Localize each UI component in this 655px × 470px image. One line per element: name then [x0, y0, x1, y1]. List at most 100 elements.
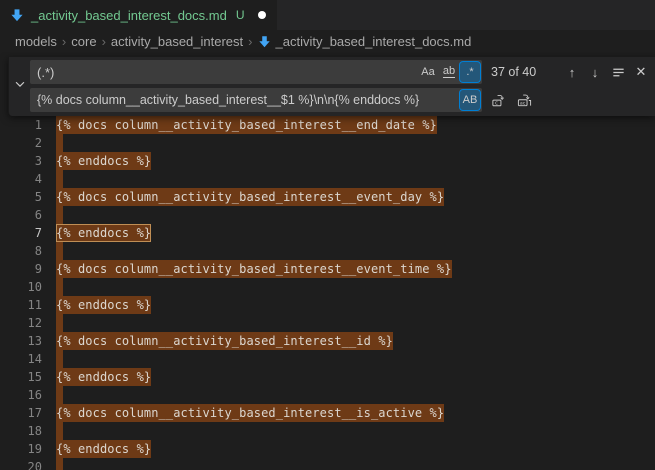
code-line: 20 [0, 458, 655, 470]
line-content[interactable]: {% enddocs %} [56, 368, 151, 386]
line-content[interactable] [56, 134, 63, 152]
current-find-match: {% enddocs %} [56, 224, 151, 242]
find-match-highlight: {% enddocs %} [56, 440, 151, 458]
line-content[interactable] [56, 170, 63, 188]
line-content[interactable] [56, 350, 63, 368]
line-content[interactable]: {% enddocs %} [56, 224, 151, 242]
find-match-highlight: {% enddocs %} [56, 368, 151, 386]
breadcrumb-item[interactable]: core [71, 34, 96, 49]
code-line: 9 {% docs column__activity_based_interest… [0, 260, 655, 278]
line-number: 15 [0, 368, 42, 386]
svg-text:ac: ac [519, 101, 525, 106]
markdown-file-icon [10, 8, 24, 22]
code-line: 15 {% enddocs %} [0, 368, 655, 386]
line-content[interactable] [56, 242, 63, 260]
find-match-highlight [56, 206, 63, 224]
unsaved-changes-dot-icon[interactable] [258, 11, 266, 19]
line-number: 12 [0, 314, 42, 332]
line-content[interactable] [56, 278, 63, 296]
line-number: 16 [0, 386, 42, 404]
code-line: 3 {% enddocs %} [0, 152, 655, 170]
replace-input[interactable]: {% docs column__activity_based_interest_… [30, 88, 482, 112]
tab-bar: _activity_based_interest_docs.md U [0, 0, 655, 30]
replace-button[interactable]: c [488, 90, 508, 110]
find-match-highlight [56, 134, 63, 152]
code-line: 17 {% docs column__activity_based_interes… [0, 404, 655, 422]
code-line: 2 [0, 134, 655, 152]
find-match-highlight [56, 242, 63, 260]
line-content[interactable]: {% docs column__activity_based_interest_… [56, 332, 393, 350]
line-content[interactable] [56, 458, 63, 470]
preserve-case-toggle[interactable]: AB [460, 90, 480, 110]
code-line: 1 {% docs column__activity_based_interest… [0, 116, 655, 134]
find-match-highlight: {% docs column__activity_based_interest_… [56, 260, 452, 278]
code-line: 13{% docs column__activity_based_interes… [0, 332, 655, 350]
previous-match-button[interactable]: ↑ [562, 62, 582, 82]
replace-all-button[interactable]: ac [514, 90, 534, 110]
find-in-selection-button[interactable] [608, 62, 628, 82]
line-content[interactable]: {% enddocs %} [56, 440, 151, 458]
replace-row: {% docs column__activity_based_interest_… [30, 88, 651, 112]
code-line: 7 {% enddocs %} [0, 224, 655, 242]
code-line: 4 [0, 170, 655, 188]
line-number: 7 [0, 224, 42, 242]
whole-word-toggle[interactable]: ab [439, 62, 459, 82]
line-content[interactable]: {% enddocs %} [56, 152, 151, 170]
line-content[interactable]: {% docs column__activity_based_interest_… [56, 188, 444, 206]
chevron-down-icon [13, 77, 27, 96]
breadcrumb-item[interactable]: models [15, 34, 57, 49]
code-line: 11{% enddocs %} [0, 296, 655, 314]
find-row: (.*) Aa ab .* 37 of 40 ↑ ↓ ✕ [30, 60, 651, 84]
find-input-value[interactable]: (.*) [37, 65, 417, 80]
line-number: 8 [0, 242, 42, 260]
find-match-highlight [56, 350, 63, 368]
match-case-toggle[interactable]: Aa [418, 62, 438, 82]
find-replace-widget: (.*) Aa ab .* 37 of 40 ↑ ↓ ✕ { [8, 57, 655, 116]
line-content[interactable]: {% docs column__activity_based_interest_… [56, 404, 444, 422]
code-line: 18 [0, 422, 655, 440]
match-count: 37 of 40 [491, 65, 536, 79]
next-match-button[interactable]: ↓ [585, 62, 605, 82]
line-content[interactable]: {% docs column__activity_based_interest_… [56, 260, 452, 278]
code-line: 8 [0, 242, 655, 260]
find-match-highlight: {% enddocs %} [56, 152, 151, 170]
find-match-highlight: {% docs column__activity_based_interest_… [56, 188, 444, 206]
line-content[interactable]: {% enddocs %} [56, 296, 151, 314]
find-input[interactable]: (.*) Aa ab .* [30, 60, 482, 84]
breadcrumb-file[interactable]: _activity_based_interest_docs.md [258, 34, 472, 49]
code-line: 5 {% docs column__activity_based_interest… [0, 188, 655, 206]
find-match-highlight [56, 458, 63, 470]
replace-input-value[interactable]: {% docs column__activity_based_interest_… [37, 93, 459, 107]
line-content[interactable] [56, 386, 63, 404]
line-number: 5 [0, 188, 42, 206]
breadcrumb: models›core›activity_based_interest› _ac… [0, 30, 655, 52]
tab-active-file[interactable]: _activity_based_interest_docs.md U [0, 0, 277, 30]
regex-toggle[interactable]: .* [460, 62, 480, 82]
line-number: 19 [0, 440, 42, 458]
line-number: 3 [0, 152, 42, 170]
line-number: 18 [0, 422, 42, 440]
line-number: 14 [0, 350, 42, 368]
line-content[interactable] [56, 422, 63, 440]
code-line: 14 [0, 350, 655, 368]
svg-text:c: c [494, 100, 497, 106]
git-untracked-badge: U [236, 8, 245, 22]
breadcrumb-item[interactable]: activity_based_interest [111, 34, 243, 49]
line-content[interactable] [56, 314, 63, 332]
line-number: 9 [0, 260, 42, 278]
line-content[interactable] [56, 206, 63, 224]
editor[interactable]: (.*) Aa ab .* 37 of 40 ↑ ↓ ✕ { [0, 52, 655, 470]
line-number: 17 [0, 404, 42, 422]
breadcrumb-separator-icon: › [102, 34, 106, 49]
find-match-highlight: {% docs column__activity_based_interest_… [56, 404, 444, 422]
line-content[interactable]: {% docs column__activity_based_interest_… [56, 116, 437, 134]
code-line: 12 [0, 314, 655, 332]
breadcrumb-filename: _activity_based_interest_docs.md [276, 34, 472, 49]
close-button[interactable]: ✕ [631, 62, 651, 82]
toggle-replace-button[interactable] [9, 57, 30, 116]
line-number: 1 [0, 116, 42, 134]
find-match-highlight [56, 278, 63, 296]
find-nav-buttons: ↑ ↓ ✕ [562, 62, 651, 82]
tab-filename: _activity_based_interest_docs.md [31, 8, 227, 23]
breadcrumb-folders: models›core›activity_based_interest› [15, 34, 253, 49]
